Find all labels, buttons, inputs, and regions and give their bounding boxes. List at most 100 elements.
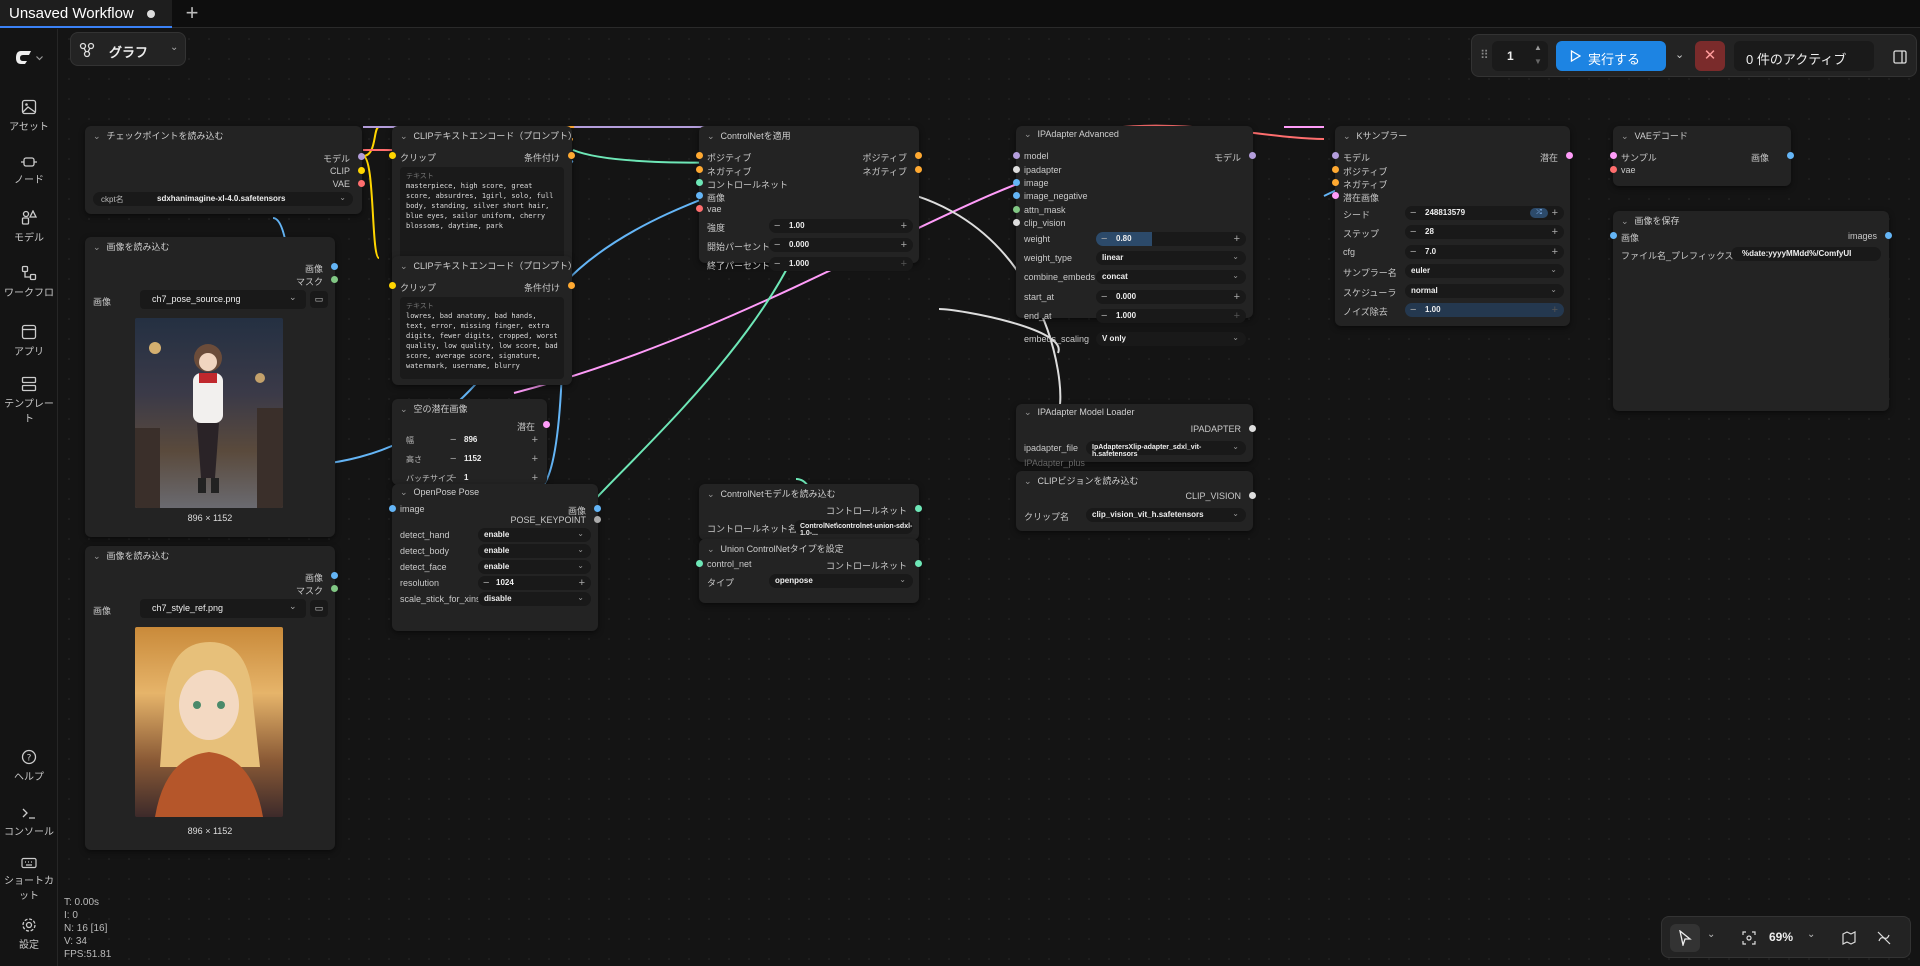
output-conditioning-socket[interactable]: [568, 282, 575, 289]
image-select[interactable]: ch7_style_ref.png ⌄: [140, 599, 306, 618]
workflow-tab[interactable]: Unsaved Workflow: [0, 0, 172, 28]
decrement-icon[interactable]: ▼: [1534, 57, 1542, 66]
collapse-chevron-icon[interactable]: ⌄: [707, 131, 715, 142]
node-load-image-pose[interactable]: ⌄ 画像を読み込む 画像 マスク 画像 ch7_pose_source.png ⌄ …: [85, 237, 338, 537]
input-positive-socket[interactable]: [696, 152, 703, 159]
node-clip-text-encode-negative[interactable]: ⌄ CLIPテキストエンコード（プロンプト） クリップ 条件付け テキスト lowr…: [389, 256, 575, 385]
start-percent-widget[interactable]: −0.000 +: [769, 238, 913, 252]
input-positive-socket[interactable]: [1332, 166, 1339, 173]
graph-menu[interactable]: グラフ ⌄: [70, 32, 186, 66]
scheduler-select[interactable]: normal ⌄: [1405, 284, 1564, 298]
graph-canvas[interactable]: グラフ ⌄ ⠿ 1 ▲ ▼ 実行する ⌄ ✕ 0 件のアクティブ ⌄ チェックポイ…: [59, 29, 1920, 966]
fit-view-icon[interactable]: [1742, 931, 1756, 945]
cfg-widget[interactable]: −7.0 +: [1405, 245, 1564, 259]
node-openpose-pose[interactable]: ⌄ OpenPose Pose image 画像 POSE_KEYPOINT de…: [389, 484, 601, 631]
batch-count-input[interactable]: 1 ▲ ▼: [1492, 41, 1548, 71]
minus-icon[interactable]: −: [774, 238, 780, 252]
input-image-negative-socket[interactable]: [1013, 192, 1020, 199]
collapse-chevron-icon[interactable]: ⌄: [707, 489, 715, 500]
run-options-chevron-icon[interactable]: ⌄: [1675, 48, 1684, 61]
collapse-chevron-icon[interactable]: ⌄: [1621, 131, 1629, 142]
tool-chevron-icon[interactable]: ⌄: [1707, 929, 1715, 940]
detect-face-select[interactable]: enable ⌄: [478, 560, 591, 574]
clip-name-select[interactable]: clip_vision_vit_h.safetensors ⌄: [1086, 508, 1246, 522]
denoise-widget[interactable]: −1.00 +: [1405, 303, 1564, 317]
node-clip-text-encode-positive[interactable]: ⌄ CLIPテキストエンコード（プロンプト） クリップ 条件付け テキスト mast…: [389, 126, 575, 277]
sidebar-item-assets[interactable]: アセット: [0, 99, 58, 133]
ipadapter-file-select[interactable]: IpAdaptersXlip-adapter_sdxl_vit-h.safete…: [1086, 441, 1246, 458]
sidebar-item-models[interactable]: モデル: [0, 210, 58, 244]
node-union-controlnet-type[interactable]: ⌄ Union ControlNetタイプを設定 control_net コントロ…: [696, 539, 922, 603]
output-latent-socket[interactable]: [1566, 152, 1573, 159]
output-image-socket[interactable]: [1787, 152, 1794, 159]
node-ipadapter-model-loader[interactable]: ⌄ IPAdapter Model Loader IPADAPTER ipadap…: [1016, 404, 1256, 468]
collapse-chevron-icon[interactable]: ⌄: [93, 131, 101, 142]
output-clip-socket[interactable]: [358, 167, 365, 174]
sidebar-item-nodes[interactable]: ノード: [0, 156, 58, 186]
output-model-socket[interactable]: [358, 153, 365, 160]
plus-icon[interactable]: +: [532, 433, 538, 447]
sidebar-item-templates[interactable]: テンプレート: [0, 376, 58, 425]
plus-icon[interactable]: +: [901, 238, 907, 252]
detect-body-select[interactable]: enable ⌄: [478, 544, 591, 558]
input-image-socket[interactable]: [389, 505, 396, 512]
output-ipadapter-socket[interactable]: [1249, 425, 1256, 432]
input-latent-socket[interactable]: [1332, 192, 1339, 199]
plus-icon[interactable]: +: [901, 257, 907, 271]
sidebar-item-workflows[interactable]: ワークフロ: [0, 265, 58, 299]
collapse-chevron-icon[interactable]: ⌄: [93, 242, 101, 253]
collapse-chevron-icon[interactable]: ⌄: [1621, 216, 1629, 227]
controlnet-name-select[interactable]: ControlNet\controlnet-union-sdxl-1.0-...…: [794, 520, 913, 537]
output-clip-vision-socket[interactable]: [1249, 492, 1256, 499]
end-at-widget[interactable]: −1.000 +: [1096, 309, 1246, 323]
comfy-logo[interactable]: [0, 49, 58, 68]
node-ipadapter-advanced[interactable]: ⌄ IPAdapter Advanced model ipadapter imag…: [1013, 126, 1256, 323]
plus-icon[interactable]: +: [901, 219, 907, 233]
collapse-chevron-icon[interactable]: ⌄: [400, 404, 408, 415]
input-vae-socket[interactable]: [696, 205, 703, 212]
image-select[interactable]: ch7_pose_source.png ⌄: [140, 290, 306, 309]
scale-stick-select[interactable]: disable ⌄: [478, 592, 591, 606]
output-images-socket[interactable]: [1885, 232, 1892, 239]
output-model-socket[interactable]: [1249, 152, 1256, 159]
minus-icon[interactable]: −: [1410, 225, 1416, 239]
steps-widget[interactable]: −28 +: [1405, 225, 1564, 239]
height-widget[interactable]: 高さ −1152 +: [398, 452, 544, 466]
start-at-widget[interactable]: −0.000 +: [1096, 290, 1246, 304]
node-checkpoint-loader[interactable]: ⌄ チェックポイントを読み込む モデル CLIP VAE ckpt名 sdxhani…: [85, 126, 365, 214]
plus-icon[interactable]: +: [1552, 225, 1558, 239]
prompt-textarea[interactable]: テキスト masterpiece, high score, great score…: [400, 167, 564, 269]
output-conditioning-socket[interactable]: [568, 152, 575, 159]
minus-icon[interactable]: −: [1410, 245, 1416, 259]
minus-icon[interactable]: −: [1410, 303, 1416, 317]
collapse-chevron-icon[interactable]: ⌄: [1024, 476, 1032, 487]
combine-embeds-select[interactable]: concat ⌄: [1096, 270, 1246, 284]
plus-icon[interactable]: +: [1552, 206, 1558, 220]
upload-folder-icon[interactable]: ▭: [310, 291, 328, 308]
node-vae-decode[interactable]: ⌄ VAEデコード サンプル vae 画像: [1610, 126, 1794, 186]
minus-icon[interactable]: −: [450, 433, 456, 447]
output-controlnet-socket[interactable]: [915, 560, 922, 567]
prompt-textarea[interactable]: テキスト lowres, bad anatomy, bad hands, text…: [400, 297, 564, 379]
input-image-socket[interactable]: [1013, 179, 1020, 186]
sidebar-item-apps[interactable]: アプリ: [0, 324, 58, 358]
collapse-chevron-icon[interactable]: ⌄: [400, 261, 408, 272]
output-image-socket[interactable]: [331, 263, 338, 270]
input-image-socket[interactable]: [1610, 232, 1617, 239]
input-clip-vision-socket[interactable]: [1013, 219, 1020, 226]
width-widget[interactable]: 幅 −896 +: [398, 433, 544, 447]
link-visibility-icon[interactable]: [1877, 931, 1891, 945]
run-button[interactable]: 実行する: [1556, 41, 1666, 71]
output-controlnet-socket[interactable]: [915, 505, 922, 512]
output-mask-socket[interactable]: [331, 276, 338, 283]
node-controlnet-apply[interactable]: ⌄ ControlNetを適用 ポジティブ ネガティブ コントロールネット 画像 …: [696, 126, 922, 271]
minus-icon[interactable]: −: [1410, 206, 1416, 220]
weight-widget[interactable]: −0.80 +: [1096, 232, 1246, 246]
batch-size-widget[interactable]: バッチサイズ −1 +: [398, 471, 544, 485]
sidebar-item-console[interactable]: コンソール: [0, 806, 58, 838]
collapse-chevron-icon[interactable]: ⌄: [400, 131, 408, 142]
collapse-chevron-icon[interactable]: ⌄: [400, 487, 408, 498]
seed-widget[interactable]: −248813579 ⤮ +: [1405, 206, 1564, 220]
collapse-chevron-icon[interactable]: ⌄: [1343, 131, 1351, 142]
plus-icon[interactable]: +: [532, 471, 538, 485]
